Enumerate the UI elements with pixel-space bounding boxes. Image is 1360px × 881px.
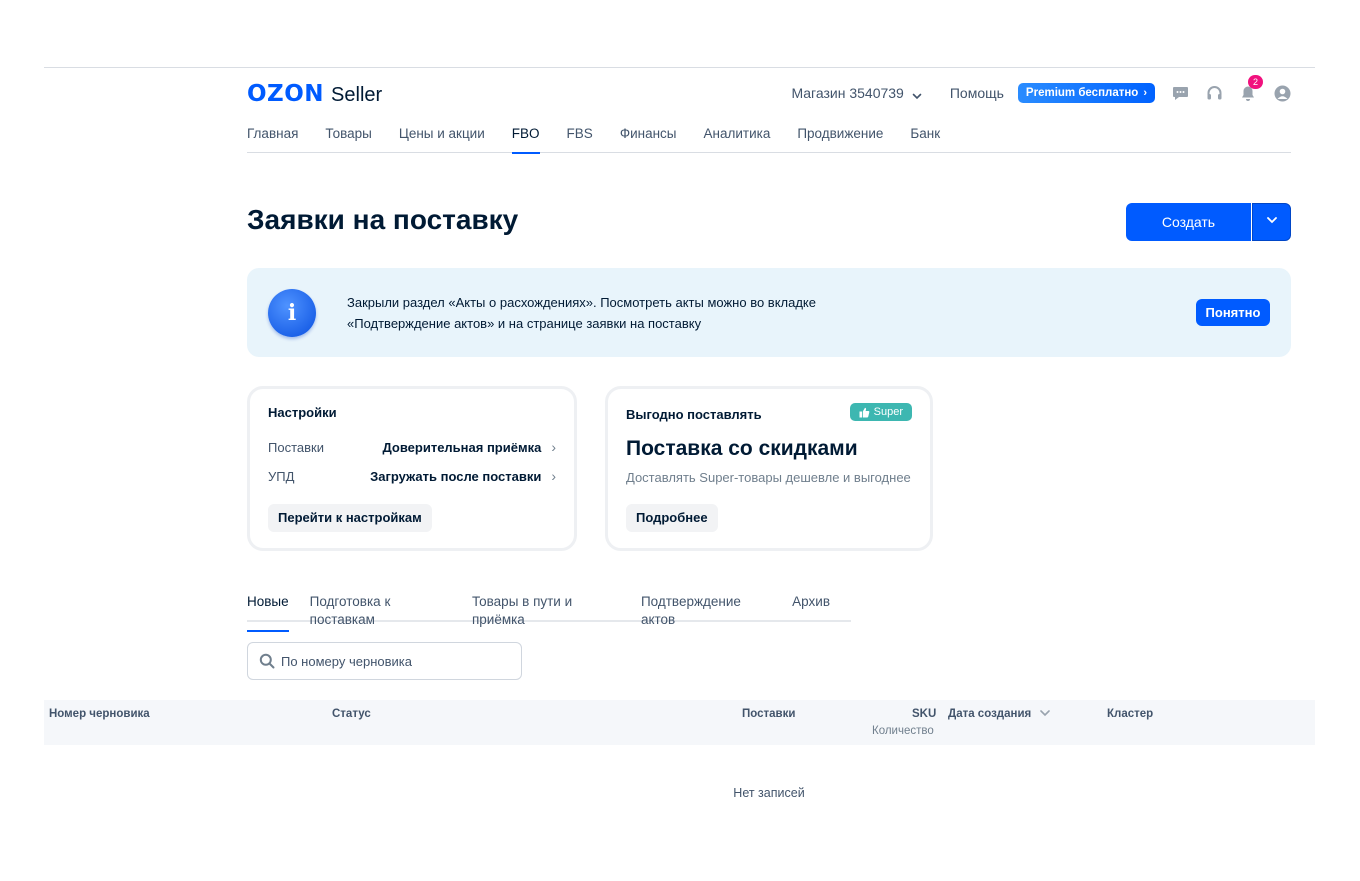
super-badge-label: Super (873, 406, 903, 418)
info-icon: i (268, 289, 316, 337)
help-link[interactable]: Помощь (950, 85, 1004, 101)
ozon-seller-logo[interactable]: OZON Seller (247, 81, 382, 107)
empty-state-text: Нет записей (733, 786, 805, 800)
promo-card-title: Выгодно поставлять (626, 407, 762, 422)
settings-row-value: Загружать после поставки (370, 468, 542, 484)
page-title: Заявки на поставку (247, 204, 519, 235)
tab-archive[interactable]: Архив (792, 593, 830, 620)
info-banner: i Закрыли раздел «Акты о расхождениях». … (247, 268, 1291, 357)
tab-preparation[interactable]: Подготовка к поставкам (310, 593, 451, 627)
notification-badge: 2 (1248, 75, 1263, 89)
search-field (247, 642, 522, 680)
column-created-date[interactable]: Дата создания (948, 708, 1051, 721)
logo-brand: OZON (247, 81, 325, 107)
settings-row-label: УПД (268, 468, 295, 484)
search-input[interactable] (281, 653, 501, 669)
nav-item-bank[interactable]: Банк (910, 124, 940, 153)
settings-card-title: Настройки (268, 405, 337, 420)
chevron-down-icon (912, 88, 922, 100)
bell-icon[interactable]: 2 (1239, 75, 1263, 102)
column-sku-subtitle: Количество (872, 725, 934, 737)
thumbs-up-icon (859, 407, 870, 418)
create-request-button[interactable]: Создать заявку (1126, 203, 1251, 268)
settings-row-upd: УПД Загружать после поставки › (268, 468, 556, 484)
user-avatar-icon[interactable] (1273, 84, 1291, 102)
create-request-split-button: Создать заявку (1126, 203, 1291, 268)
column-sku: SKU (912, 708, 937, 720)
create-request-dropdown[interactable] (1252, 203, 1291, 241)
chevron-down-icon (1266, 213, 1278, 231)
column-created-date-label: Дата создания (948, 708, 1032, 721)
more-info-button[interactable]: Подробнее (626, 504, 718, 532)
settings-row-label: Поставки (268, 439, 324, 455)
tab-new[interactable]: Новые (247, 593, 289, 632)
tab-acts-confirmation[interactable]: Подтверждение актов (641, 593, 771, 627)
promo-card-subtitle: Доставлять Super-товары дешевле и выгодн… (626, 470, 911, 485)
main-nav: Главная Товары Цены и акции FBO FBS Фина… (247, 124, 1291, 154)
column-status: Статус (332, 708, 371, 720)
banner-line-1: Закрыли раздел «Акты о расхождениях». По… (347, 295, 816, 310)
settings-row-value-link[interactable]: Доверительная приёмка › (382, 439, 556, 455)
settings-row-value-link[interactable]: Загружать после поставки › (370, 468, 556, 484)
header-actions: Магазин 3540739 Помощь Premium бесплатно… (791, 75, 1291, 106)
nav-item-prices[interactable]: Цены и акции (399, 124, 485, 153)
sort-chevron-down-icon (1040, 708, 1051, 720)
search-icon (259, 653, 275, 669)
status-tabs: Новые Подготовка к поставкам Товары в пу… (247, 593, 851, 632)
chevron-right-icon: › (1143, 87, 1147, 99)
banner-line-2: «Подтверждение актов» и на странице заяв… (347, 316, 702, 331)
store-label: Магазин 3540739 (791, 85, 904, 101)
nav-item-fbo[interactable]: FBO (511, 124, 540, 154)
nav-item-promotion[interactable]: Продвижение (797, 124, 883, 153)
promo-card: Выгодно поставлять Super Поставка со ски… (605, 386, 933, 551)
store-selector[interactable]: Магазин 3540739 (791, 85, 922, 101)
tab-in-transit[interactable]: Товары в пути и приёмка (472, 593, 620, 627)
header: OZON Seller Магазин 3540739 Помощь Premi… (247, 75, 1291, 108)
column-cluster: Кластер (1107, 708, 1154, 720)
column-draft-number: Номер черновика (49, 708, 150, 720)
table-header: Номер черновика Статус Поставки SKU Коли… (44, 700, 1315, 745)
top-divider (44, 67, 1315, 68)
premium-button[interactable]: Premium бесплатно › (1017, 83, 1155, 103)
banner-message: Закрыли раздел «Акты о расхождениях». По… (347, 292, 907, 334)
settings-card: Настройки Поставки Доверительная приёмка… (247, 386, 577, 551)
promo-card-heading: Поставка со скидками (626, 437, 858, 460)
support-headset-icon[interactable] (1205, 84, 1223, 102)
chevron-right-icon: › (551, 468, 556, 484)
nav-item-fbs[interactable]: FBS (567, 124, 593, 153)
settings-row-supplies: Поставки Доверительная приёмка › (268, 439, 556, 455)
super-badge: Super (849, 403, 912, 421)
nav-item-main[interactable]: Главная (247, 124, 298, 153)
nav-item-products[interactable]: Товары (325, 124, 371, 153)
settings-row-value: Доверительная приёмка (382, 439, 542, 455)
nav-item-analytics[interactable]: Аналитика (704, 124, 771, 153)
chat-icon[interactable] (1171, 84, 1189, 102)
logo-product: Seller (331, 84, 383, 106)
premium-label: Premium бесплатно (1025, 87, 1139, 99)
nav-item-finance[interactable]: Финансы (620, 124, 677, 153)
chevron-right-icon: › (551, 439, 556, 455)
banner-dismiss-button[interactable]: Понятно (1196, 299, 1270, 326)
column-supplies: Поставки (742, 708, 796, 720)
go-to-settings-button[interactable]: Перейти к настройкам (268, 504, 432, 532)
